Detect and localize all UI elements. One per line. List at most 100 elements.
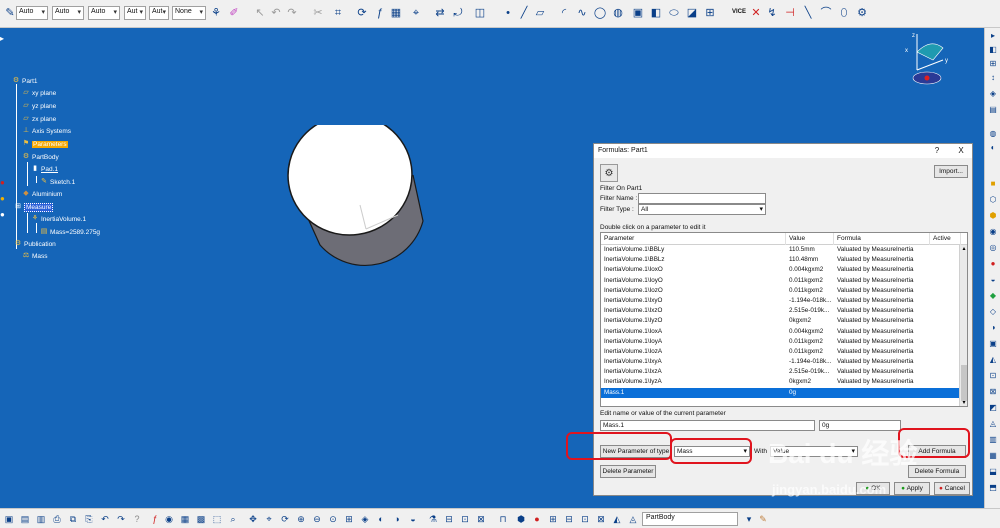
right-tool-icon-20[interactable]: ◭ — [987, 354, 999, 366]
bottom-fit-icon[interactable]: ⌖ — [262, 512, 276, 526]
select-arrow-icon[interactable]: ↖ — [252, 5, 268, 21]
bottom-redo-icon[interactable]: ↷ — [114, 512, 128, 526]
measure-between-icon[interactable]: ⊡ — [458, 512, 472, 526]
right-tool-icon-10[interactable]: ⬡ — [987, 194, 999, 206]
help-icon[interactable]: ? — [130, 512, 144, 526]
layer-select[interactable]: None — [172, 6, 206, 20]
table-row[interactable]: InertiaVolume.1\IoyO 0.011kgxm2 Valuated b… — [601, 276, 961, 286]
loft-icon[interactable]: ◪ — [684, 5, 700, 21]
right-tool-icon-11[interactable]: ⬢ — [987, 210, 999, 222]
pad-icon[interactable]: ◧ — [648, 5, 664, 21]
grid-icon[interactable]: ▦ — [388, 5, 404, 21]
table-row[interactable]: InertiaVolume.1\IxyO -1.194e-018k... Valua… — [601, 296, 961, 306]
right-tool-icon-18[interactable]: ◑ — [987, 322, 999, 334]
scroll-down-icon[interactable]: ▾ — [960, 399, 967, 406]
bottom-rotate-icon[interactable]: ⟳ — [278, 512, 292, 526]
analysis-icon[interactable]: ⚗ — [426, 512, 440, 526]
inertia-bottom-icon[interactable]: ⊠ — [474, 512, 488, 526]
right-tool-icon-28[interactable]: ⬒ — [987, 482, 999, 494]
right-tool-icon-17[interactable]: ◇ — [987, 306, 999, 318]
apply-button[interactable]: ● Apply — [894, 482, 930, 495]
right-tool-icon-26[interactable]: ▦ — [987, 450, 999, 462]
filter-icon[interactable]: ⚙ — [600, 164, 618, 182]
tree-measure[interactable]: ⊞ Measure — [14, 203, 54, 213]
material-bottom-icon[interactable]: ⬢ — [514, 512, 528, 526]
right-tool-icon-5[interactable]: ◈ — [987, 88, 999, 100]
table-row[interactable]: InertiaVolume.1\IoxA 0.004kgxm2 Valuated b… — [601, 327, 961, 337]
table-row[interactable]: InertiaVolume.1\IxzA 2.515e-019k... Valuat… — [601, 367, 961, 377]
tree-xy-plane[interactable]: ▱ xy plane — [22, 89, 56, 99]
extrude-icon[interactable]: ▣ — [630, 5, 646, 21]
tools-icon[interactable]: ⚙ — [854, 5, 870, 21]
close-button[interactable]: X — [956, 146, 966, 156]
unit-icon-4[interactable]: ⊠ — [594, 512, 608, 526]
right-tool-icon-22[interactable]: ⊠ — [987, 386, 999, 398]
left-arrow-icon[interactable]: ▸ — [0, 34, 4, 43]
paintbrush-icon[interactable]: ✎ — [756, 512, 770, 526]
tree-axis-systems[interactable]: ⊥ Axis Systems — [22, 127, 71, 137]
curve-icon[interactable]: ⌒ — [818, 5, 834, 21]
cylinder-icon[interactable]: ⬭ — [666, 5, 682, 21]
redo-icon[interactable]: ↷ — [284, 5, 300, 21]
line-color-select[interactable]: Auto — [16, 6, 48, 20]
normal-view-icon[interactable]: ⊙ — [326, 512, 340, 526]
right-tool-icon-16[interactable]: ◆ — [987, 290, 999, 302]
unit-icon-1[interactable]: ⊞ — [546, 512, 560, 526]
lock-icon[interactable]: ⊓ — [496, 512, 510, 526]
filter-type-select[interactable]: All — [638, 204, 766, 215]
edit-value-input[interactable]: 0g — [819, 420, 901, 431]
arc-icon[interactable]: ◜ — [556, 5, 572, 21]
line-thickness-select[interactable]: Auto — [88, 6, 120, 20]
sketch-icon[interactable]: ⌗ — [330, 5, 346, 21]
section-icon[interactable]: ⊟ — [442, 512, 456, 526]
cut-icon[interactable]: ✂ — [310, 5, 326, 21]
vice-label[interactable]: VICE — [732, 9, 746, 15]
constraint-icon[interactable]: ↯ — [764, 5, 780, 21]
right-tool-icon-3[interactable]: ⊞ — [987, 58, 999, 70]
table-row[interactable]: InertiaVolume.1\IxzO 2.515e-019k... Valuat… — [601, 306, 961, 316]
new-icon[interactable]: ▣ — [2, 512, 16, 526]
spline-icon[interactable]: ∿ — [574, 5, 590, 21]
table-row[interactable]: InertiaVolume.1\BBLz 110.48mm Valuated by … — [601, 255, 961, 265]
tree-publication[interactable]: ⚙ Publication — [14, 240, 56, 250]
macro-icon[interactable]: ⬚ — [210, 512, 224, 526]
import-button[interactable]: Import... — [934, 165, 968, 178]
brush-icon[interactable]: ✐ — [226, 5, 242, 21]
line-icon[interactable]: ╱ — [516, 5, 532, 21]
tree-sketch[interactable]: ✎ Sketch.1 — [40, 178, 75, 188]
right-tool-icon-1[interactable]: ▸ — [987, 30, 999, 42]
paste-icon[interactable]: ⎘ — [82, 512, 96, 526]
fit-all-icon[interactable]: ⌖ — [408, 5, 424, 21]
column-active[interactable]: Active — [930, 233, 961, 245]
iso-view-icon[interactable]: ◈ — [358, 512, 372, 526]
table-row[interactable]: InertiaVolume.1\BBLy 110.5mm Valuated by M… — [601, 245, 961, 255]
formula-fx-icon[interactable]: ƒ — [148, 512, 162, 526]
undo-icon[interactable]: ↶ — [268, 5, 284, 21]
point-symbol-select[interactable]: Aut — [124, 6, 146, 20]
query-icon[interactable]: ⌕ — [226, 512, 240, 526]
update-icon[interactable]: ⟳ — [354, 5, 370, 21]
apply-material-icon[interactable]: ● — [530, 512, 544, 526]
right-tool-icon-14[interactable]: ● — [987, 258, 999, 270]
filter-name-input[interactable] — [638, 193, 766, 204]
transparency-select[interactable]: Aut — [149, 6, 169, 20]
unit-icon-2[interactable]: ⊟ — [562, 512, 576, 526]
right-tool-icon-27[interactable]: ⬓ — [987, 466, 999, 478]
left-tool-icon-2[interactable]: ● — [0, 194, 5, 203]
right-tool-icon-4[interactable]: ↕ — [987, 72, 999, 84]
line-type-select[interactable]: Auto — [52, 6, 84, 20]
bottom-undo-icon[interactable]: ↶ — [98, 512, 112, 526]
unit-icon-5[interactable]: ◭ — [610, 512, 624, 526]
print-icon[interactable]: ⎙ — [50, 512, 64, 526]
tree-inertia-volume[interactable]: ⚘ InertiaVolume.1 — [31, 215, 86, 225]
pan-icon[interactable]: ⇄ — [432, 5, 448, 21]
table-scrollbar[interactable]: ▴ ▾ — [959, 245, 967, 406]
view-icon[interactable]: ◫ — [472, 5, 488, 21]
scroll-thumb[interactable] — [961, 365, 967, 401]
right-tool-icon-15[interactable]: ◒ — [987, 274, 999, 286]
tree-partbody[interactable]: ⚙ PartBody — [22, 153, 59, 163]
hybrid-icon[interactable]: ◬ — [626, 512, 640, 526]
right-tool-icon-24[interactable]: ◬ — [987, 418, 999, 430]
ellipse-icon[interactable]: ⬯ — [836, 5, 852, 21]
cancel-button[interactable]: ● Cancel — [934, 482, 970, 495]
